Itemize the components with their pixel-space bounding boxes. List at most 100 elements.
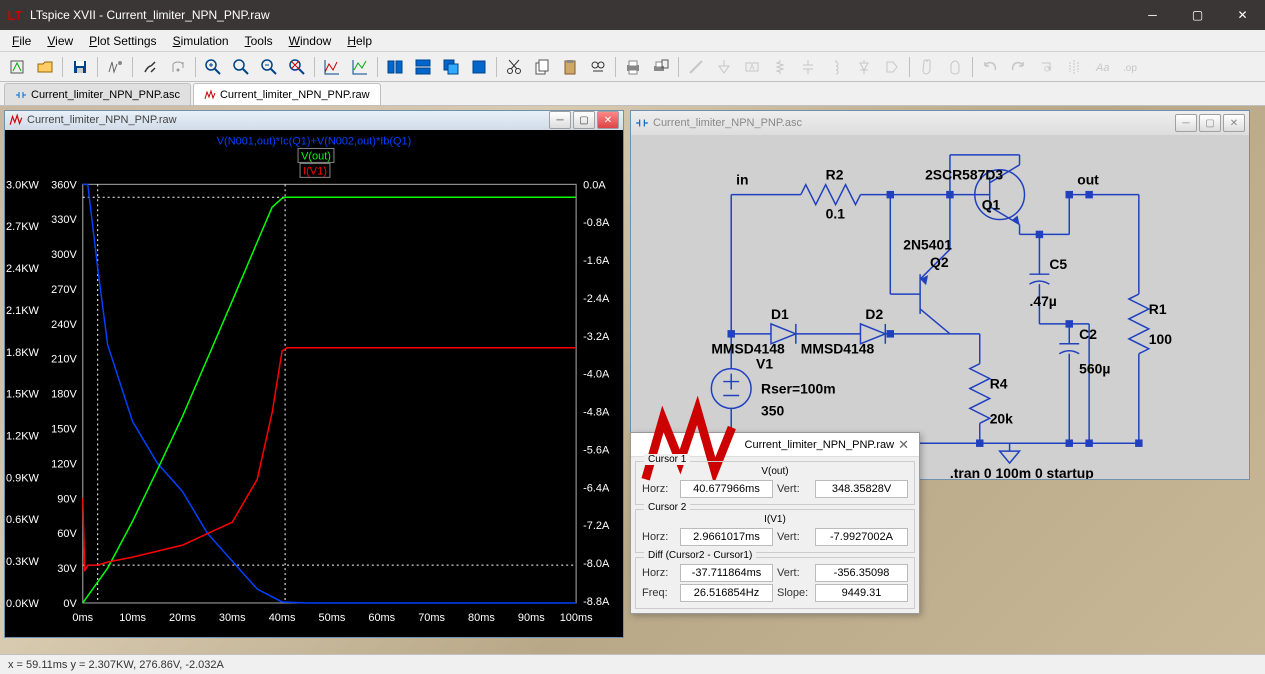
menu-window[interactable]: Window: [283, 32, 338, 50]
plot-window-minimize-button[interactable]: ─: [549, 111, 571, 129]
maximize-button[interactable]: ▢: [1175, 0, 1220, 30]
component-button[interactable]: [879, 55, 905, 79]
zoom-fit-button[interactable]: [284, 55, 310, 79]
rotate-button[interactable]: ⟳: [1033, 55, 1059, 79]
label-net-button[interactable]: A: [739, 55, 765, 79]
cursor2-horz-value[interactable]: 2.9661017ms: [680, 528, 773, 546]
d2-name[interactable]: D2: [865, 306, 883, 322]
r4-name[interactable]: R4: [990, 376, 1008, 392]
spice-directive-button[interactable]: .op: [1117, 55, 1143, 79]
c5-name[interactable]: C5: [1049, 256, 1067, 272]
d1-name[interactable]: D1: [771, 306, 789, 322]
trace-label-vout[interactable]: V(out): [301, 150, 331, 162]
c5-value[interactable]: .47µ: [1029, 293, 1056, 309]
menu-file[interactable]: File: [6, 32, 37, 50]
toolbar: A ⟳ Aa .op: [0, 52, 1265, 82]
halt-button[interactable]: [165, 55, 191, 79]
print-button[interactable]: [620, 55, 646, 79]
draw-wire-button[interactable]: [683, 55, 709, 79]
open-button[interactable]: [32, 55, 58, 79]
y-axis-power[interactable]: 3.0KW 2.7KW 2.4KW 2.1KW 1.8KW 1.5KW 1.2K…: [6, 179, 40, 610]
v1-value[interactable]: 350: [761, 402, 784, 418]
diff-slope-label: Slope:: [777, 587, 811, 599]
y-axis-voltage[interactable]: 360V 330V 300V 270V 240V 210V 180V 150V …: [51, 179, 77, 610]
find-button[interactable]: [585, 55, 611, 79]
close-all-button[interactable]: [466, 55, 492, 79]
cursor-dialog-close-button[interactable]: ✕: [894, 437, 913, 453]
d2-model[interactable]: MMSD4148: [801, 341, 875, 357]
add-trace-button[interactable]: [347, 55, 373, 79]
schematic-icon: [635, 116, 649, 130]
q2-model[interactable]: 2N5401: [903, 236, 952, 252]
trace-label-power[interactable]: V(N001,out)*Ic(Q1)+V(N002,out)*Ib(Q1): [217, 135, 412, 147]
save-button[interactable]: [67, 55, 93, 79]
q2-name[interactable]: Q2: [930, 254, 949, 270]
cursor-dialog[interactable]: Current_limiter_NPN_PNP.raw ✕ Cursor 1 V…: [630, 432, 920, 614]
minimize-button[interactable]: ─: [1130, 0, 1175, 30]
q1-model[interactable]: 2SCR587D3: [925, 167, 1003, 183]
schematic-window-titlebar[interactable]: Current_limiter_NPN_PNP.asc ─ ▢ ✕: [631, 111, 1249, 135]
text-button[interactable]: Aa: [1089, 55, 1115, 79]
menu-simulation[interactable]: Simulation: [167, 32, 235, 50]
cut-button[interactable]: [501, 55, 527, 79]
copy-button[interactable]: [529, 55, 555, 79]
tab-waveform[interactable]: Current_limiter_NPN_PNP.raw: [193, 83, 381, 105]
r1-value[interactable]: 100: [1149, 331, 1172, 347]
tile-horiz-button[interactable]: [410, 55, 436, 79]
inductor-button[interactable]: [823, 55, 849, 79]
trace-label-iv1[interactable]: I(V1): [303, 165, 327, 177]
schematic-window-maximize-button[interactable]: ▢: [1199, 114, 1221, 132]
v1-rser[interactable]: Rser=100m: [761, 380, 836, 396]
new-schematic-button[interactable]: [4, 55, 30, 79]
schematic-window-minimize-button[interactable]: ─: [1175, 114, 1197, 132]
resistor-button[interactable]: [767, 55, 793, 79]
x-axis[interactable]: 0ms 10ms 20ms 30ms 40ms 50ms 60ms 70ms 8…: [72, 612, 593, 624]
run-button[interactable]: [137, 55, 163, 79]
cursor1-horz-value[interactable]: 40.677966ms: [680, 480, 773, 498]
cursor1-vert-value[interactable]: 348.35828V: [815, 480, 908, 498]
paste-button[interactable]: [557, 55, 583, 79]
capacitor-button[interactable]: [795, 55, 821, 79]
c2-value[interactable]: 560µ: [1079, 361, 1110, 377]
v1-name[interactable]: V1: [756, 356, 773, 372]
d1-model[interactable]: MMSD4148: [711, 341, 785, 357]
svg-text:0.9KW: 0.9KW: [6, 472, 40, 484]
zoom-pan-button[interactable]: [228, 55, 254, 79]
drag-button[interactable]: [942, 55, 968, 79]
plot-window-close-button[interactable]: ✕: [597, 111, 619, 129]
spice-directive[interactable]: .tran 0 100m 0 startup: [950, 465, 1094, 479]
tab-schematic[interactable]: Current_limiter_NPN_PNP.asc: [4, 83, 191, 105]
ground-button[interactable]: [711, 55, 737, 79]
net-out-label[interactable]: out: [1077, 172, 1099, 188]
menu-view[interactable]: View: [41, 32, 79, 50]
r2-name[interactable]: R2: [826, 167, 844, 183]
r1-name[interactable]: R1: [1149, 301, 1167, 317]
plot-window-titlebar[interactable]: Current_limiter_NPN_PNP.raw ─ ▢ ✕: [5, 111, 623, 130]
control-panel-button[interactable]: [102, 55, 128, 79]
menu-tools[interactable]: Tools: [239, 32, 279, 50]
y-axis-current[interactable]: 0.0A -0.8A -1.6A -2.4A -3.2A -4.0A -4.8A…: [583, 179, 610, 608]
net-in-label[interactable]: in: [736, 172, 748, 188]
schematic-window-close-button[interactable]: ✕: [1223, 114, 1245, 132]
cursor2-vert-value[interactable]: -7.9927002A: [815, 528, 908, 546]
autorange-button[interactable]: [319, 55, 345, 79]
mirror-button[interactable]: [1061, 55, 1087, 79]
move-button[interactable]: [914, 55, 940, 79]
print-setup-button[interactable]: [648, 55, 674, 79]
redo-button[interactable]: [1005, 55, 1031, 79]
menu-help[interactable]: Help: [341, 32, 378, 50]
r2-value[interactable]: 0.1: [826, 206, 846, 222]
diode-button[interactable]: [851, 55, 877, 79]
undo-button[interactable]: [977, 55, 1003, 79]
menu-plotsettings[interactable]: Plot Settings: [83, 32, 162, 50]
r4-value[interactable]: 20k: [990, 410, 1013, 426]
c2-name[interactable]: C2: [1079, 326, 1097, 342]
zoom-out-button[interactable]: [256, 55, 282, 79]
cascade-windows-button[interactable]: [438, 55, 464, 79]
tile-windows-button[interactable]: [382, 55, 408, 79]
plot-window-maximize-button[interactable]: ▢: [573, 111, 595, 129]
close-button[interactable]: ✕: [1220, 0, 1265, 30]
plot-area[interactable]: V(N001,out)*Ic(Q1)+V(N002,out)*Ib(Q1) V(…: [5, 130, 623, 637]
q1-name[interactable]: Q1: [982, 197, 1001, 213]
zoom-in-button[interactable]: [200, 55, 226, 79]
